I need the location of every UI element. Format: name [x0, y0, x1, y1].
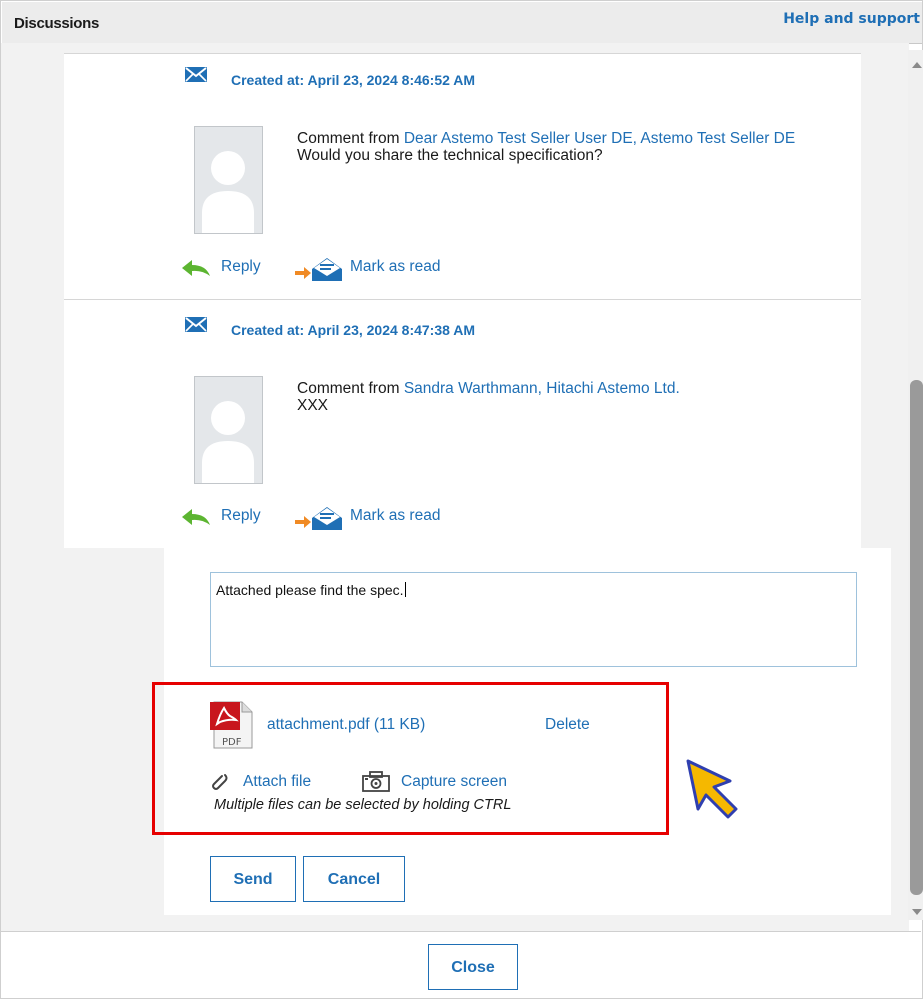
dialog-title: Discussions	[14, 15, 100, 32]
paperclip-icon[interactable]	[212, 772, 230, 797]
avatar	[194, 376, 263, 484]
footer-divider	[1, 931, 921, 932]
reply-icon[interactable]	[180, 258, 212, 283]
send-button[interactable]: Send	[210, 856, 296, 902]
avatar	[194, 126, 263, 234]
comment-author-link[interactable]: Dear Astemo Test Seller User DE, Astemo …	[404, 130, 795, 147]
multi-select-hint: Multiple files can be selected by holdin…	[214, 797, 512, 813]
cancel-button[interactable]: Cancel	[303, 856, 405, 902]
messages-panel	[64, 53, 861, 548]
message-comment: Comment from Sandra Warthmann, Hitachi A…	[297, 380, 680, 414]
comment-author-link[interactable]: Sandra Warthmann, Hitachi Astemo Ltd.	[404, 380, 680, 397]
message-body: Would you share the technical specificat…	[297, 147, 603, 164]
mark-as-read-button[interactable]: Mark as read	[350, 258, 440, 276]
message-created-at: Created at: April 23, 2024 8:46:52 AM	[231, 72, 476, 88]
message-comment: Comment from Dear Astemo Test Seller Use…	[297, 130, 796, 164]
text-caret	[404, 582, 406, 597]
envelope-icon	[185, 317, 207, 332]
envelope-icon	[185, 67, 207, 82]
close-button[interactable]: Close	[428, 944, 518, 990]
pointer-cursor-icon	[684, 757, 750, 832]
capture-screen-button[interactable]: Capture screen	[401, 773, 507, 791]
mark-as-read-icon[interactable]	[293, 503, 343, 536]
scroll-up-arrow-icon[interactable]	[912, 62, 922, 68]
mark-as-read-icon[interactable]	[293, 254, 343, 287]
camera-icon[interactable]	[361, 771, 391, 798]
attach-file-button[interactable]: Attach file	[243, 773, 311, 791]
svg-text:PDF: PDF	[222, 737, 242, 748]
message-body: XXX	[297, 397, 329, 414]
message-created-at: Created at: April 23, 2024 8:47:38 AM	[231, 322, 476, 338]
dialog-header: Discussions Help and support	[2, 2, 922, 44]
pdf-icon: PDF	[208, 700, 256, 755]
reply-button[interactable]: Reply	[221, 507, 261, 525]
reply-button[interactable]: Reply	[221, 258, 261, 276]
reply-icon[interactable]	[180, 507, 212, 532]
scrollbar-thumb[interactable]	[910, 380, 923, 895]
attachment-link[interactable]: attachment.pdf (11 KB)	[267, 716, 425, 734]
reply-textarea[interactable]: Attached please find the spec.	[210, 572, 857, 667]
message-separator	[64, 299, 861, 300]
help-and-support-link[interactable]: Help and support	[783, 11, 920, 27]
mark-as-read-button[interactable]: Mark as read	[350, 507, 440, 525]
scroll-down-arrow-icon[interactable]	[912, 909, 922, 915]
delete-attachment-button[interactable]: Delete	[545, 716, 590, 734]
